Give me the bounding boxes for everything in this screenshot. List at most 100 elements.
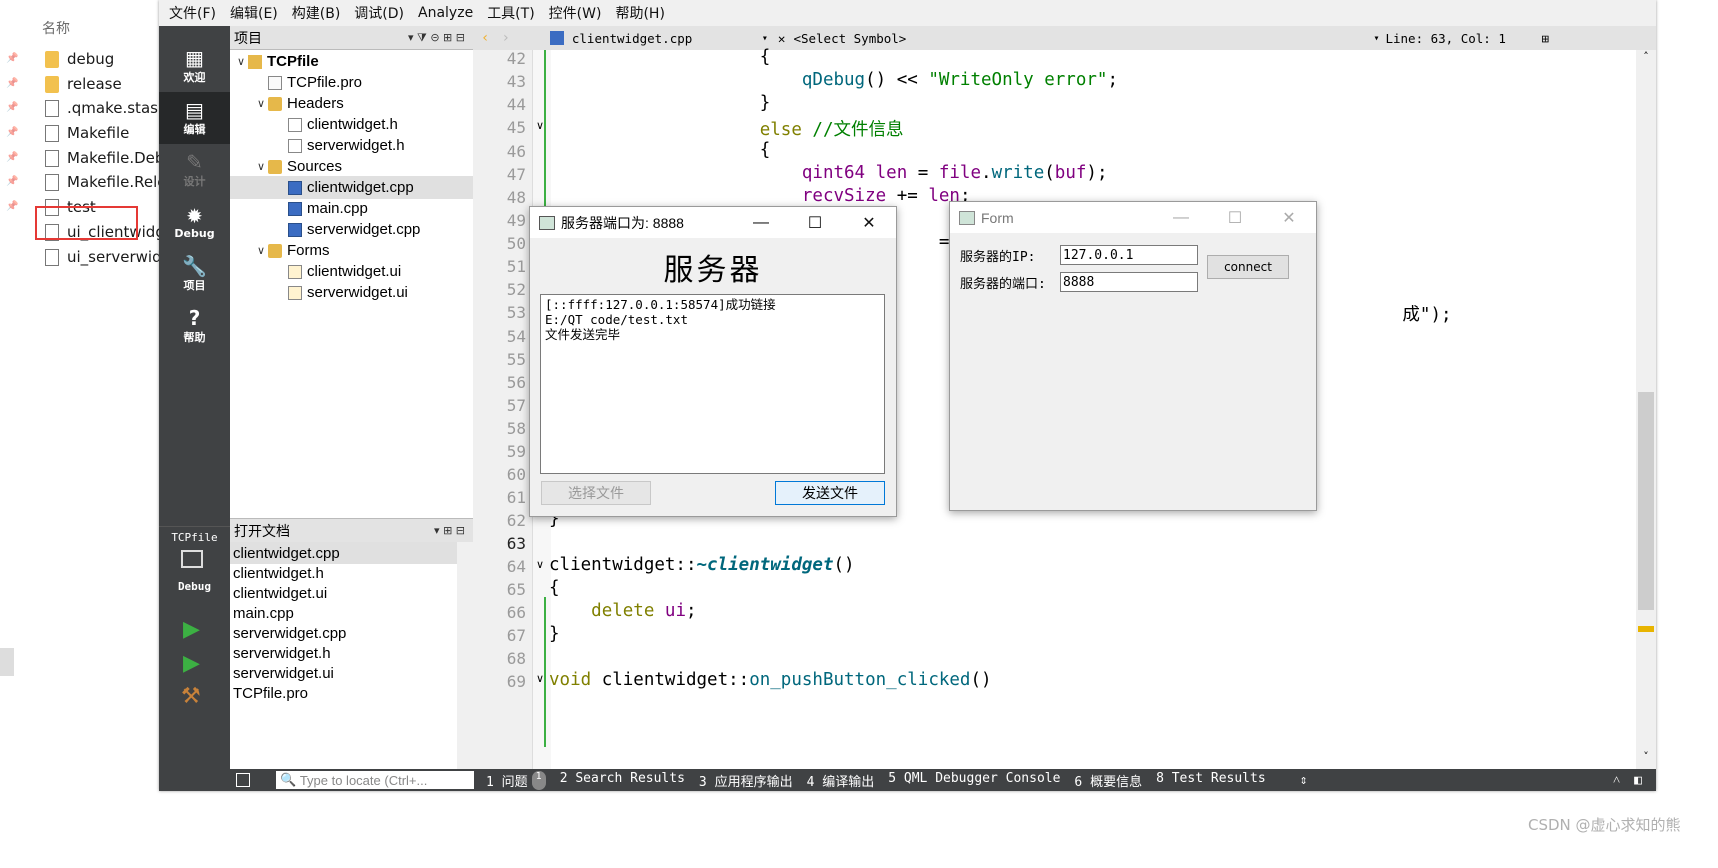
menu-item[interactable]: 帮助(H) (615, 3, 664, 23)
output-tab[interactable]: 1 问题 (486, 771, 528, 790)
pane-toolbar-icons[interactable]: ▾ ⊞ ⊟ (434, 524, 465, 537)
close-file-icon[interactable]: ✕ (778, 31, 786, 46)
symbol-dropdown-icon[interactable]: ▾ (1373, 33, 1379, 44)
expand-arrow-icon[interactable]: ∨ (254, 97, 268, 110)
port-input[interactable]: 8888 (1060, 272, 1198, 292)
open-doc-item[interactable]: serverwidget.cpp (230, 622, 457, 644)
pin-icon[interactable]: 📌 (6, 102, 18, 113)
mode-wrench[interactable]: 🔧 项目 (159, 248, 230, 300)
minimize-icon[interactable]: — (738, 207, 784, 238)
code-line[interactable]: { (549, 140, 771, 160)
open-docs-title[interactable]: 打开文档 (234, 521, 290, 541)
mode-pen[interactable]: ✎ 设计 (159, 144, 230, 196)
pin-icon[interactable]: 📌 (6, 127, 18, 138)
output-tab[interactable]: 4 编译输出 (807, 771, 875, 790)
connect-button[interactable]: connect (1207, 255, 1289, 279)
output-tab[interactable]: 8 Test Results (1156, 771, 1266, 790)
pin-icon[interactable]: 📌 (6, 53, 18, 64)
debug-run-icon[interactable]: ▶ (183, 651, 200, 676)
explorer-item[interactable]: .qmake.stash (45, 95, 167, 121)
pin-icon[interactable]: 📌 (6, 152, 18, 163)
mode-help[interactable]: ? 帮助 (159, 300, 230, 352)
pane-toolbar-icons[interactable]: ▾ ⧩ ⊝ ⊞ ⊟ (408, 31, 465, 45)
open-docs-scrollbar[interactable] (457, 542, 473, 769)
code-line[interactable]: else //文件信息 (549, 116, 904, 141)
maximize-pane-icon[interactable]: ˄ (1613, 772, 1620, 788)
code-line[interactable]: qint64 len = file.write(buf); (549, 163, 1108, 183)
fold-marker[interactable]: ∨ (536, 672, 544, 685)
back-icon[interactable]: ‹ (481, 30, 489, 46)
code-line[interactable]: clientwidget::~clientwidget() (549, 555, 855, 575)
project-pane-title[interactable]: 项目 (234, 28, 262, 48)
maximize-icon[interactable]: ☐ (1212, 202, 1258, 233)
editor-scrollbar[interactable]: ˄ ˅ (1636, 50, 1656, 769)
code-line[interactable]: qDebug() << "WriteOnly error"; (549, 70, 1118, 90)
code-line[interactable]: } (549, 624, 560, 644)
run-icon[interactable]: ▶ (183, 617, 200, 642)
open-doc-item[interactable]: TCPfile.pro (230, 682, 457, 704)
menu-item[interactable]: 编辑(E) (230, 3, 278, 23)
output-tab[interactable]: 6 概要信息 (1074, 771, 1142, 790)
open-doc-item[interactable]: clientwidget.h (230, 562, 457, 584)
pin-icon[interactable]: 📌 (6, 201, 18, 212)
explorer-item[interactable]: debug (45, 46, 114, 72)
select-file-button[interactable]: 选择文件 (541, 481, 651, 505)
code-line[interactable]: { (549, 47, 771, 67)
server-titlebar[interactable]: 服务器端口为: 8888 — ☐ ✕ (530, 207, 896, 238)
ip-input[interactable]: 127.0.0.1 (1060, 245, 1198, 265)
close-pane-icon[interactable]: ◧ (1634, 773, 1642, 788)
mode-bug[interactable]: ✹ Debug (159, 196, 230, 248)
code-line[interactable]: void clientwidget::on_pushButton_clicked… (549, 670, 992, 690)
output-tab[interactable]: 5 QML Debugger Console (888, 771, 1060, 790)
expand-arrow-icon[interactable]: ∨ (234, 55, 248, 68)
server-log[interactable]: [::ffff:127.0.0.1:58574]成功链接 E:/QT code/t… (540, 294, 885, 474)
monitor-icon[interactable] (181, 550, 203, 568)
expand-arrow-icon[interactable]: ∨ (254, 244, 268, 257)
symbol-select[interactable]: <Select Symbol> (793, 31, 1373, 46)
send-file-button[interactable]: 发送文件 (775, 481, 885, 505)
code-line[interactable]: { (549, 578, 560, 598)
minimize-icon[interactable]: — (1158, 202, 1204, 233)
code-line[interactable]: delete ui; (549, 601, 696, 621)
file-dropdown-icon[interactable]: ▾ (762, 33, 768, 44)
open-doc-item[interactable]: clientwidget.ui (230, 582, 457, 604)
open-doc-item[interactable]: serverwidget.h (230, 642, 457, 664)
menu-item[interactable]: 文件(F) (169, 3, 216, 23)
menu-item[interactable]: 控件(W) (549, 3, 602, 23)
pin-icon[interactable]: 📌 (6, 78, 18, 89)
menu-item[interactable]: Analyze (418, 5, 473, 21)
open-doc-item[interactable]: clientwidget.cpp (230, 542, 457, 564)
mode-grid[interactable]: ▦ 欢迎 (159, 40, 230, 92)
split-icon[interactable]: ⊞ (1541, 31, 1549, 46)
menu-item[interactable]: 工具(T) (487, 3, 534, 23)
tree-item[interactable]: TCPfile.pro (230, 71, 497, 94)
fold-marker[interactable]: ∨ (536, 558, 544, 571)
client-titlebar[interactable]: Form — ☐ ✕ (950, 202, 1316, 233)
close-icon[interactable]: ✕ (1266, 202, 1312, 233)
pin-icon[interactable]: 📌 (6, 176, 18, 187)
maximize-icon[interactable]: ☐ (792, 207, 838, 238)
output-tab[interactable]: 2 Search Results (560, 771, 685, 790)
output-tab[interactable]: 3 应用程序输出 (699, 771, 793, 790)
locator-input[interactable]: 🔍 Type to locate (Ctrl+... (276, 771, 474, 789)
mode-edit[interactable]: ▤ 编辑 (159, 92, 230, 144)
tree-item[interactable]: ∨ Forms (230, 239, 497, 262)
forward-icon[interactable]: › (501, 30, 509, 46)
expand-arrow-icon[interactable]: ∨ (254, 160, 268, 173)
close-icon[interactable]: ✕ (846, 207, 892, 238)
tree-item[interactable]: ∨ TCPfile (230, 50, 477, 73)
code-line[interactable]: recvSize += len; (549, 186, 971, 206)
menu-item[interactable]: 调试(D) (354, 3, 404, 23)
fold-marker[interactable]: ∨ (536, 119, 544, 132)
scroll-thumb[interactable] (1638, 392, 1654, 610)
tree-item[interactable]: ∨ Sources (230, 155, 497, 178)
open-doc-item[interactable]: serverwidget.ui (230, 662, 457, 684)
menu-item[interactable]: 构建(B) (292, 3, 341, 23)
toggle-sidebar-icon[interactable] (236, 773, 250, 787)
build-hammer-icon[interactable]: ⚒ (181, 684, 201, 709)
current-file[interactable]: clientwidget.cpp (572, 31, 762, 46)
tree-item[interactable]: ∨ Headers (230, 92, 497, 115)
open-doc-item[interactable]: main.cpp (230, 602, 457, 624)
explorer-item[interactable]: release (45, 71, 122, 97)
more-tabs-icon[interactable]: ⇕ (1300, 773, 1308, 788)
